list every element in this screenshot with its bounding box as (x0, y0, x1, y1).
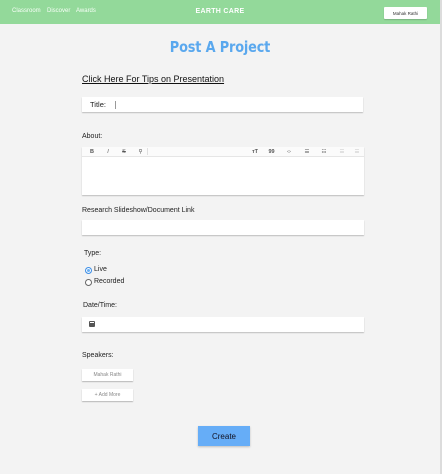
code-icon[interactable]: ‹› (284, 148, 294, 155)
recorded-option-label: Recorded (94, 278, 125, 285)
project-title-field[interactable]: Title: (82, 97, 363, 112)
type-label: Type: (84, 250, 102, 257)
presentation-tips-link[interactable]: Click Here For Tips on Presentation (82, 74, 224, 84)
bulleted-list-icon[interactable]: ☰ (302, 148, 312, 155)
brand-title: EARTH CARE (195, 8, 245, 15)
outdent-icon[interactable]: ☰ (337, 148, 347, 155)
user-menu-button[interactable]: Mahak Rathi (384, 7, 427, 19)
page-title: Post A Project (169, 38, 271, 56)
datetime-picker-field[interactable] (82, 317, 364, 332)
toolbar-separator (147, 148, 148, 155)
research-link-input[interactable] (82, 220, 364, 235)
about-label: About: (82, 133, 103, 140)
text-size-icon[interactable]: тT (250, 148, 260, 155)
indent-icon[interactable]: ☰ (352, 148, 362, 155)
post-project-page: Classroom Discover Awards EARTH CARE Mah… (0, 0, 442, 474)
link-icon[interactable]: ⚲ (136, 148, 145, 155)
title-label: Title: (90, 100, 106, 109)
create-button[interactable]: Create (198, 426, 250, 446)
research-link-label: Research Slideshow/Document Link (82, 207, 195, 214)
editor-toolbar: B I S ⚲ тT 99 ‹› ☰ ☷ ☰ ☰ (82, 147, 364, 157)
text-caret (115, 101, 116, 109)
strikethrough-icon[interactable]: S (120, 148, 128, 155)
live-option-label: Live (94, 266, 107, 273)
live-radio[interactable] (85, 267, 92, 274)
quote-icon[interactable]: 99 (267, 148, 276, 155)
italic-icon[interactable]: I (104, 148, 112, 155)
top-navigation-bar: Classroom Discover Awards EARTH CARE Mah… (0, 0, 440, 24)
numbered-list-icon[interactable]: ☷ (319, 148, 329, 155)
about-rich-text-editor[interactable]: B I S ⚲ тT 99 ‹› ☰ ☷ ☰ ☰ (82, 147, 364, 195)
add-more-speakers-button[interactable]: + Add More (82, 389, 133, 401)
bold-icon[interactable]: B (88, 148, 96, 155)
datetime-label: Date/Time: (83, 302, 117, 309)
speaker-chip[interactable]: Mahak Rathi (82, 369, 133, 381)
recorded-radio[interactable] (85, 279, 92, 286)
calendar-icon (89, 321, 95, 327)
speakers-label: Speakers: (82, 352, 114, 359)
